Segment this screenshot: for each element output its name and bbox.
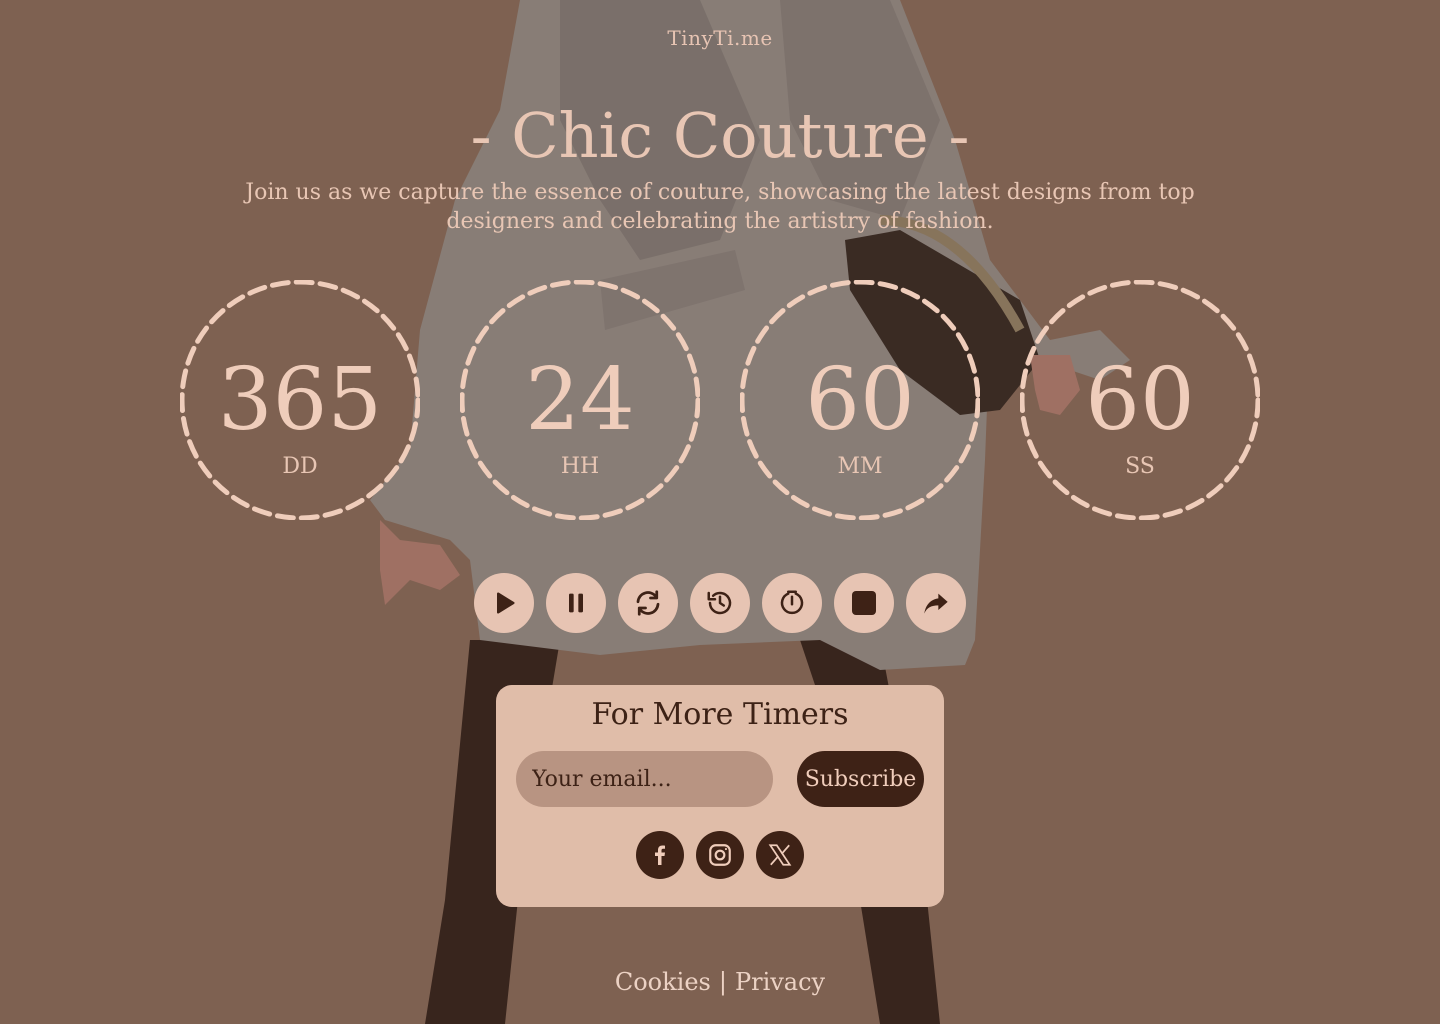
timer-label: DD	[282, 454, 318, 479]
subscribe-button[interactable]: Subscribe	[797, 751, 924, 807]
facebook-icon	[655, 845, 665, 865]
footer: Cookies | Privacy	[0, 968, 1440, 996]
refresh-icon	[636, 590, 660, 616]
brand-logo[interactable]: TinyTi.me	[0, 26, 1440, 50]
email-input[interactable]	[516, 751, 773, 807]
subscribe-card: For More Timers Subscribe	[496, 685, 944, 907]
x-link[interactable]	[756, 831, 804, 879]
x-icon	[768, 844, 792, 866]
timer-value: 60	[805, 350, 915, 450]
page-title: - Chic Couture -	[470, 99, 970, 172]
stop-icon	[852, 591, 876, 615]
pause-icon	[569, 593, 583, 613]
pause-button[interactable]	[546, 573, 606, 633]
timer-days: 365 DD	[180, 280, 420, 520]
facebook-link[interactable]	[636, 831, 684, 879]
timer-hours: 24 HH	[460, 280, 700, 520]
instagram-icon	[709, 844, 731, 866]
cookies-link[interactable]: Cookies	[615, 968, 711, 996]
timer-label: SS	[1125, 454, 1155, 479]
stop-button[interactable]	[834, 573, 894, 633]
play-button[interactable]	[474, 573, 534, 633]
page-subtitle: Join us as we capture the essence of cou…	[245, 180, 1195, 234]
timer-value: 60	[1085, 350, 1195, 450]
timer-controls	[474, 573, 966, 633]
timer-value: 24	[525, 350, 635, 450]
timer-seconds: 60 SS	[1020, 280, 1260, 520]
refresh-button[interactable]	[618, 573, 678, 633]
footer-separator: |	[718, 968, 727, 996]
history-icon	[707, 591, 732, 615]
social-links	[636, 831, 804, 879]
share-button[interactable]	[906, 573, 966, 633]
main-content: TinyTi.me - Chic Couture - Join us as we…	[0, 0, 1440, 1024]
timer-label: HH	[560, 454, 600, 479]
instagram-link[interactable]	[696, 831, 744, 879]
timer-minutes: 60 MM	[740, 280, 980, 520]
timer-label: MM	[837, 454, 883, 479]
timer-reset-button[interactable]	[762, 573, 822, 633]
subscribe-heading: For More Timers	[591, 697, 849, 732]
page: TinyTi.me - Chic Couture - Join us as we…	[0, 0, 1440, 1024]
share-icon	[924, 593, 948, 614]
privacy-link[interactable]: Privacy	[735, 968, 825, 996]
timer-value: 365	[217, 350, 383, 450]
play-icon	[497, 592, 515, 614]
timer-icon	[780, 590, 804, 615]
history-button[interactable]	[690, 573, 750, 633]
